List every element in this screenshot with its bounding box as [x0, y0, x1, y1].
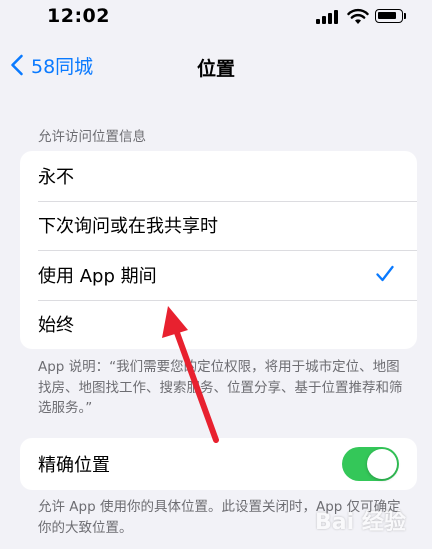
location-access-header: 允许访问位置信息: [38, 129, 146, 145]
battery-icon: [375, 9, 403, 23]
location-access-options: 永不 下次询问或在我共享时 使用 App 期间 始终: [20, 151, 417, 349]
status-bar: 12:02: [0, 0, 432, 36]
page-title: 位置: [196, 58, 235, 80]
option-label: 使用 App 期间: [38, 265, 157, 287]
precise-location-toggle[interactable]: [342, 447, 399, 481]
precise-location-row: 精确位置: [20, 438, 417, 490]
precise-location-group: 精确位置: [20, 438, 417, 490]
wifi-icon: [347, 8, 369, 24]
option-label: 永不: [38, 166, 74, 188]
navigation-bar: 58同城 位置: [0, 42, 432, 86]
option-label: 始终: [38, 315, 74, 337]
option-label: 下次询问或在我共享时: [38, 216, 218, 238]
option-ask-next-time[interactable]: 下次询问或在我共享时: [20, 200, 417, 251]
option-always[interactable]: 始终: [20, 299, 417, 350]
checkmark-icon: [376, 265, 394, 282]
option-while-using-app[interactable]: 使用 App 期间: [20, 250, 417, 300]
cellular-signal-icon: [316, 10, 340, 24]
toggle-knob: [367, 449, 397, 479]
precise-location-label: 精确位置: [38, 455, 110, 476]
status-time: 12:02: [47, 5, 110, 27]
precise-location-description: 允许 App 使用你的具体位置。此设置关闭时，App 仅可确定你的大致位置。: [38, 499, 401, 536]
app-explanation: App 说明：“我们需要您的定位权限，将用于城市定位、地图找房、地图找工作、搜索…: [38, 359, 403, 416]
option-never[interactable]: 永不: [20, 151, 417, 201]
battery-cap: [404, 13, 406, 19]
